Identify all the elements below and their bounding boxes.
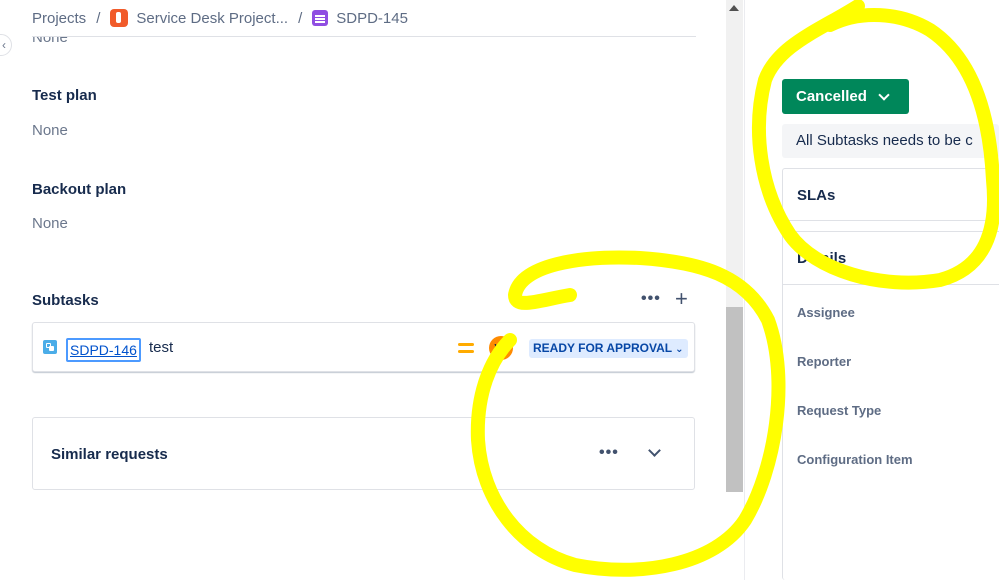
subtask-summary[interactable]: test	[149, 339, 173, 356]
issue-type-icon	[312, 10, 329, 26]
details-panel: Details Assignee Reporter Request Type C…	[782, 231, 999, 580]
detail-label-reporter: Reporter	[797, 354, 852, 369]
subtask-row[interactable]: SDPD-146 test VS READY FOR APPROVAL ⌄	[32, 322, 695, 372]
subtask-type-icon	[43, 340, 57, 354]
chevron-left-icon: ‹	[2, 38, 6, 52]
chevron-down-icon: ⌄	[675, 344, 684, 355]
priority-medium-icon	[457, 340, 475, 356]
slas-title: SLAs	[797, 187, 836, 204]
field-value-backout-plan[interactable]: None	[32, 215, 68, 232]
subtasks-heading: Subtasks	[32, 292, 99, 309]
breadcrumb-project[interactable]: Service Desk Project...	[136, 10, 288, 27]
status-button-label: Cancelled	[796, 88, 867, 105]
header-divider	[32, 36, 696, 37]
similar-requests-title: Similar requests	[51, 446, 168, 463]
similar-requests-card: Similar requests •••	[32, 417, 695, 490]
subtask-key-link[interactable]: SDPD-146	[66, 338, 141, 362]
assignee-avatar[interactable]: VS	[489, 336, 513, 360]
status-transition-button[interactable]: Cancelled	[782, 79, 909, 114]
expand-chevron-icon[interactable]	[649, 446, 659, 456]
scrollbar-thumb[interactable]	[726, 307, 743, 492]
field-value-test-plan[interactable]: None	[32, 122, 68, 139]
detail-label-assignee: Assignee	[797, 305, 855, 320]
field-label-backout-plan: Backout plan	[32, 181, 127, 198]
subtask-status-label: READY FOR APPROVAL	[533, 341, 673, 355]
breadcrumb-separator: /	[298, 9, 303, 27]
breadcrumb-projects[interactable]: Projects	[32, 10, 86, 27]
scroll-up-arrow-icon[interactable]	[729, 5, 739, 11]
breadcrumb: Projects / Service Desk Project... / SDP…	[32, 8, 408, 28]
detail-label-configuration-item: Configuration Item	[797, 452, 913, 467]
chevron-down-icon	[878, 88, 890, 101]
subtask-status-dropdown[interactable]: READY FOR APPROVAL ⌄	[529, 339, 688, 358]
issue-main-panel	[0, 0, 745, 580]
project-avatar-icon	[110, 9, 129, 27]
slas-panel[interactable]: SLAs	[782, 168, 999, 221]
add-subtask-icon[interactable]: +	[675, 286, 688, 312]
breadcrumb-separator: /	[96, 9, 101, 27]
field-label-test-plan: Test plan	[32, 87, 97, 104]
more-actions-icon[interactable]: •••	[599, 444, 619, 462]
cut-off-field-value: None	[32, 37, 68, 46]
detail-label-request-type: Request Type	[797, 403, 882, 418]
subtasks-more-icon[interactable]: •••	[641, 290, 661, 308]
status-notice: All Subtasks needs to be c	[782, 124, 999, 158]
details-title[interactable]: Details	[797, 250, 846, 267]
details-divider	[783, 284, 999, 285]
breadcrumb-issue-key[interactable]: SDPD-145	[336, 10, 408, 27]
